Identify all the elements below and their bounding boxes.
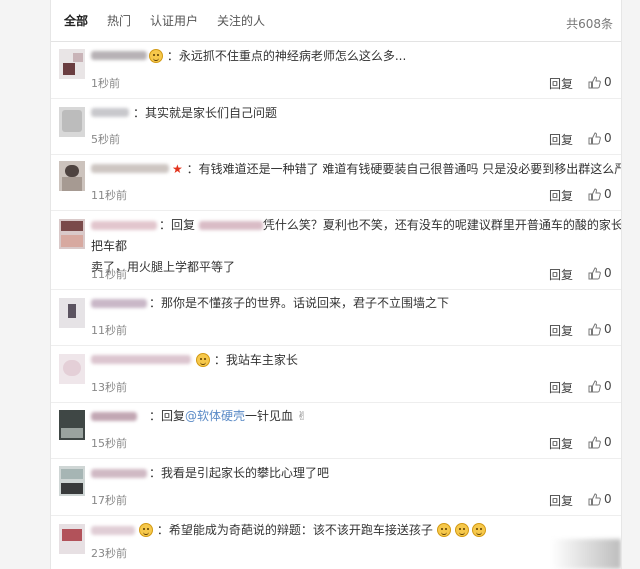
- comment-text: ：那你是不懂孩子的世界。话说回来，君子不立围墙之下: [149, 296, 450, 310]
- avatar[interactable]: [59, 466, 85, 496]
- like-button[interactable]: 0: [588, 266, 612, 280]
- reply-button[interactable]: 回复: [549, 492, 573, 509]
- comment-text: ★ ：有钱难道还是一种错了 难道有钱硬要装自己很普通吗 只是没必要到移出群这么严…: [172, 162, 622, 176]
- username[interactable]: [91, 355, 191, 364]
- emoji-icon: [454, 523, 469, 537]
- comment-text: ：我看是引起家长的攀比心理了吧: [149, 466, 330, 480]
- tab-following[interactable]: 关注的人: [217, 12, 265, 29]
- comment-text: ：希望能成为奇葩说的辩题：该不该开跑车接送孩子: [139, 522, 487, 538]
- comment-text: ：回复@软体硬壳一针见血 ✌: [149, 409, 307, 423]
- reply-button[interactable]: 回复: [549, 131, 573, 148]
- comment-tabs: 全部 热门 认证用户 关注的人 共608条: [51, 0, 621, 42]
- avatar[interactable]: [59, 219, 85, 249]
- comment-time: 17秒前: [91, 494, 127, 507]
- thumbs-up-icon: [588, 492, 601, 505]
- comment-time: 5秒前: [91, 133, 120, 146]
- thumbs-up-icon: [588, 75, 601, 88]
- emoji-icon: [139, 523, 153, 537]
- reply-button[interactable]: 回复: [549, 266, 573, 283]
- comment-item: ：永远抓不住重点的神经病老师怎么这么多... 1秒前 回复 0: [51, 42, 621, 99]
- avatar[interactable]: [59, 107, 85, 137]
- like-count: 0: [604, 435, 612, 449]
- tab-verified[interactable]: 认证用户: [150, 12, 198, 29]
- reply-button[interactable]: 回复: [549, 187, 573, 204]
- comment-item: ：那你是不懂孩子的世界。话说回来，君子不立围墙之下 11秒前 回复 0: [51, 290, 621, 346]
- emoji-icon: [149, 49, 163, 63]
- comment-item: ：我站车主家长 13秒前 回复 0: [51, 346, 621, 403]
- comment-time: 11秒前: [91, 268, 127, 281]
- like-button[interactable]: 0: [588, 492, 612, 506]
- comment-total: 共608条: [566, 17, 613, 31]
- comment-panel: 全部 热门 认证用户 关注的人 共608条 ：永远抓不住重点的神经病老师怎么这么…: [50, 0, 622, 569]
- comment-item: ：其实就是家长们自己问题 5秒前 回复 0: [51, 99, 621, 155]
- comment-item: ：回复 凭什么笑？夏利也不笑，还有没车的呢建议群里开普通车的酸的家长把车都 卖了…: [51, 211, 622, 290]
- avatar[interactable]: [59, 354, 85, 384]
- comment-item: ：我看是引起家长的攀比心理了吧 17秒前 回复 0: [51, 459, 621, 516]
- avatar[interactable]: [59, 49, 85, 79]
- username[interactable]: [91, 526, 135, 535]
- emoji-icon: [196, 353, 210, 367]
- emoji-icon: [436, 523, 451, 537]
- username[interactable]: [91, 469, 147, 478]
- like-count: 0: [604, 187, 612, 201]
- avatar[interactable]: [59, 410, 85, 440]
- avatar[interactable]: [59, 298, 85, 328]
- like-count: 0: [604, 131, 612, 145]
- comment-time: 1秒前: [91, 77, 120, 90]
- comment-text: ：我站车主家长: [196, 352, 298, 368]
- tab-all[interactable]: 全部: [64, 12, 88, 29]
- reply-button[interactable]: 回复: [549, 379, 573, 396]
- username[interactable]: [91, 108, 129, 117]
- comment-item: ：回复@软体硬壳一针见血 ✌ 15秒前 回复 0: [51, 403, 621, 459]
- like-button[interactable]: 0: [588, 435, 612, 449]
- avatar[interactable]: [59, 524, 85, 554]
- comment-text: ：回复 凭什么笑？夏利也不笑，还有没车的呢建议群里开普通车的酸的家长把车都 卖了…: [91, 218, 622, 274]
- vip-star-icon: ★: [172, 162, 183, 176]
- reply-button[interactable]: 回复: [549, 435, 573, 452]
- thumbs-up-icon: [588, 266, 601, 279]
- comment-time: 11秒前: [91, 324, 127, 337]
- like-count: 0: [604, 492, 612, 506]
- like-button[interactable]: 0: [588, 322, 612, 336]
- username[interactable]: [91, 412, 137, 421]
- mention-link[interactable]: @软体硬壳: [185, 409, 245, 423]
- clap-icon: ✌: [296, 409, 307, 423]
- reply-button[interactable]: 回复: [549, 322, 573, 339]
- comment-time: 13秒前: [91, 381, 127, 394]
- thumbs-up-icon: [588, 379, 601, 392]
- username[interactable]: [91, 299, 147, 308]
- thumbs-up-icon: [588, 187, 601, 200]
- like-button[interactable]: 0: [588, 75, 612, 89]
- comment-text: ：其实就是家长们自己问题: [133, 106, 278, 120]
- comment-time: 11秒前: [91, 189, 127, 202]
- thumbs-up-icon: [588, 322, 601, 335]
- comment-text: ：永远抓不住重点的神经病老师怎么这么多...: [149, 48, 406, 64]
- username[interactable]: [91, 164, 169, 173]
- avatar[interactable]: [59, 161, 85, 191]
- thumbs-up-icon: [588, 131, 601, 144]
- comment-time: 15秒前: [91, 437, 127, 450]
- blurred-corner: [551, 539, 621, 569]
- like-count: 0: [604, 322, 612, 336]
- comment-item: ：希望能成为奇葩说的辩题：该不该开跑车接送孩子 23秒前: [51, 516, 621, 569]
- like-count: 0: [604, 266, 612, 280]
- emoji-icon: [472, 523, 487, 537]
- thumbs-up-icon: [588, 435, 601, 448]
- comment-item: ★ ：有钱难道还是一种错了 难道有钱硬要装自己很普通吗 只是没必要到移出群这么严…: [51, 155, 622, 211]
- reply-button[interactable]: 回复: [549, 75, 573, 92]
- like-count: 0: [604, 379, 612, 393]
- like-button[interactable]: 0: [588, 187, 612, 201]
- username[interactable]: [91, 51, 147, 60]
- comment-time: 23秒前: [91, 547, 127, 560]
- like-button[interactable]: 0: [588, 379, 612, 393]
- tab-hot[interactable]: 热门: [107, 12, 131, 29]
- like-button[interactable]: 0: [588, 131, 612, 145]
- like-count: 0: [604, 75, 612, 89]
